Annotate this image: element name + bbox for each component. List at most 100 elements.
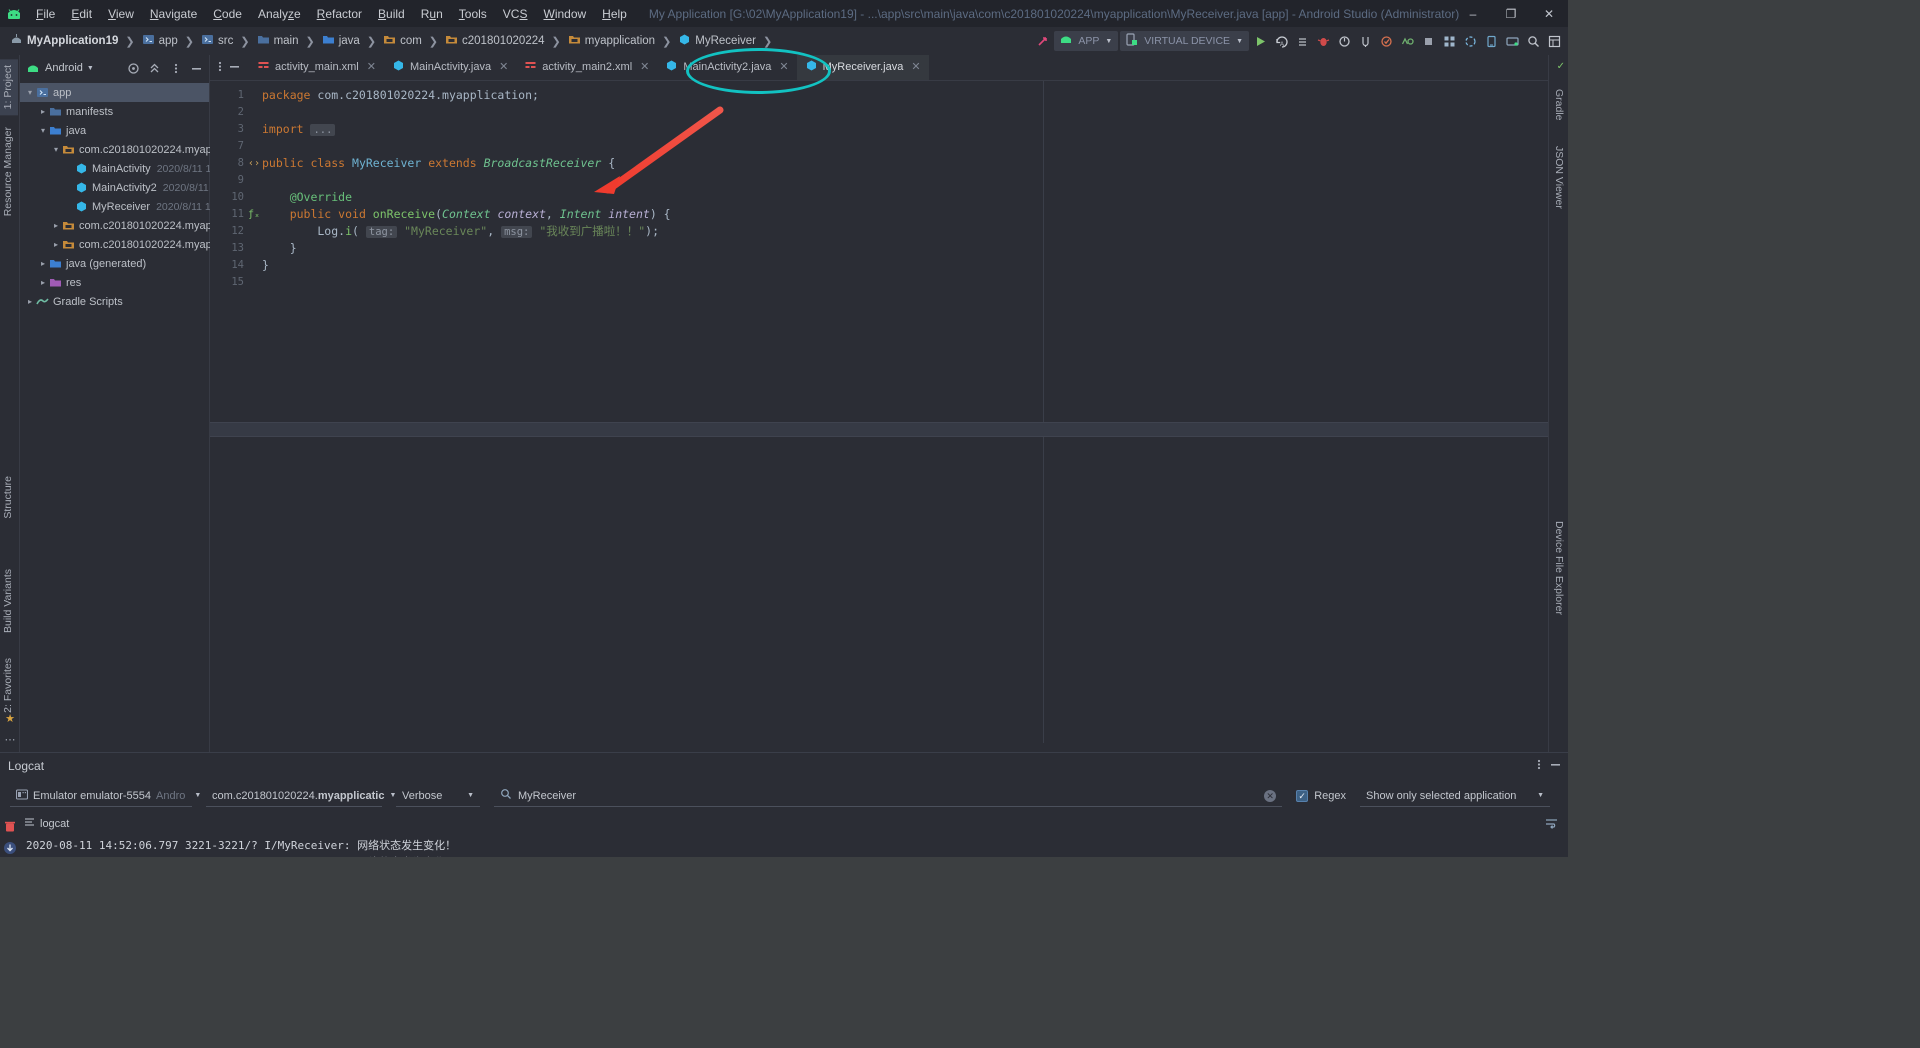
scroll-to-end-icon[interactable] <box>3 841 17 855</box>
debug-icon[interactable] <box>1314 31 1333 51</box>
menu-file[interactable]: File <box>28 4 63 24</box>
tree-twisty-icon[interactable]: ▾ <box>50 145 62 154</box>
editor-horizontal-scrollbar[interactable] <box>210 743 1548 752</box>
tree-twisty-icon[interactable]: ▸ <box>37 278 49 287</box>
breadcrumb-item-com[interactable]: com <box>381 31 424 51</box>
tree-item-com-c201801020224-myappl[interactable]: ▸ com.c201801020224.myappl <box>20 216 220 235</box>
avd-manager-icon[interactable] <box>1398 31 1417 51</box>
logcat-output[interactable]: 2020-08-11 14:52:06.797 3221-3221/? I/My… <box>20 833 1568 857</box>
tree-twisty-icon[interactable]: ▸ <box>50 240 62 249</box>
logcat-regex-toggle[interactable]: ✓ Regex <box>1296 790 1346 802</box>
tree-twisty-icon[interactable]: ▸ <box>37 107 49 116</box>
sidebar-item-structure[interactable]: Structure <box>0 470 18 525</box>
menu-window[interactable]: Window <box>535 4 594 24</box>
logcat-process-selector[interactable]: com.c201801020224.myapplicatic ▼ <box>206 785 396 807</box>
project-view-selector[interactable]: Android <box>45 62 83 74</box>
menu-code[interactable]: Code <box>205 4 250 24</box>
more-run-options-icon[interactable] <box>1293 31 1312 51</box>
avd-icon[interactable] <box>1482 31 1501 51</box>
git-branch-icon[interactable] <box>1033 31 1052 51</box>
sidebar-item-device-file-explorer[interactable]: Device File Explorer <box>1549 515 1568 621</box>
tree-item-com-c201801020224-myappl[interactable]: ▾ com.c201801020224.myappl <box>20 140 220 159</box>
options-icon[interactable] <box>218 60 222 76</box>
maximize-button[interactable]: ❐ <box>1492 0 1530 27</box>
run-button[interactable] <box>1251 31 1270 51</box>
close-icon[interactable]: ✕ <box>911 60 920 73</box>
logcat-sub-tab[interactable]: logcat <box>20 813 1568 833</box>
menu-navigate[interactable]: Navigate <box>142 4 205 24</box>
menu-refactor[interactable]: Refactor <box>309 4 370 24</box>
breadcrumb-item-app[interactable]: app <box>140 31 180 51</box>
collapse-all-icon[interactable] <box>146 60 163 77</box>
search-everywhere-icon[interactable] <box>1524 31 1543 51</box>
logcat-level-selector[interactable]: Verbose ▼ <box>396 785 480 807</box>
more-tool-windows-icon[interactable]: ⋯ <box>0 733 20 746</box>
attach-debugger-icon[interactable] <box>1356 31 1375 51</box>
tree-item-java-generated-[interactable]: ▸ java (generated) <box>20 254 209 273</box>
tree-twisty-icon[interactable]: ▸ <box>50 221 62 230</box>
profiler-icon[interactable] <box>1335 31 1354 51</box>
close-icon[interactable]: ✕ <box>367 60 376 73</box>
sdk-manager-icon[interactable] <box>1377 31 1396 51</box>
tree-item-mainactivity2[interactable]: MainActivity2 2020/8/11 15: <box>20 178 226 197</box>
breadcrumb-item-c201801020224[interactable]: c201801020224 <box>443 31 547 51</box>
close-icon[interactable]: ✕ <box>779 60 788 73</box>
tree-item-res[interactable]: ▸ res <box>20 273 209 292</box>
tree-item-gradle-scripts[interactable]: ▸ Gradle Scripts <box>20 292 209 311</box>
apply-changes-icon[interactable]: A <box>1272 31 1291 51</box>
logcat-search-input[interactable]: MyReceiver ✕ <box>494 785 1283 807</box>
menu-edit[interactable]: Edit <box>63 4 100 24</box>
tree-twisty-icon[interactable]: ▾ <box>37 126 49 135</box>
editor-tab-mainactivity2-java[interactable]: MainActivity2.java ✕ <box>657 55 796 80</box>
options-icon[interactable] <box>167 60 184 77</box>
minimize-button[interactable]: – <box>1454 0 1492 27</box>
tree-twisty-icon[interactable]: ▸ <box>24 297 36 306</box>
logcat-filter-selector[interactable]: Show only selected application ▼ <box>1360 785 1550 807</box>
hide-panel-icon[interactable] <box>188 60 205 77</box>
menu-help[interactable]: Help <box>594 4 635 24</box>
breadcrumb-item-myapplication[interactable]: myapplication <box>566 31 657 51</box>
sidebar-item-build-variants[interactable]: Build Variants <box>0 563 18 639</box>
device-manager-icon[interactable] <box>1503 31 1522 51</box>
editor-tab-mainactivity-java[interactable]: MainActivity.java ✕ <box>384 55 516 80</box>
sidebar-item-json-viewer[interactable]: JSON Viewer <box>1549 140 1568 215</box>
breadcrumb-item-main[interactable]: main <box>255 31 301 51</box>
menu-analyze[interactable]: Analyze <box>250 4 309 24</box>
tree-item-mainactivity[interactable]: MainActivity 2020/8/11 15: <box>20 159 220 178</box>
tree-twisty-icon[interactable]: ▾ <box>24 88 36 97</box>
breadcrumb-item-java[interactable]: java <box>320 31 362 51</box>
menu-tools[interactable]: Tools <box>451 4 495 24</box>
sync-gradle-icon[interactable] <box>1461 31 1480 51</box>
menu-run[interactable]: Run <box>413 4 451 24</box>
close-button[interactable]: ✕ <box>1530 0 1568 27</box>
layout-editor-icon[interactable] <box>1440 31 1459 51</box>
clear-logcat-icon[interactable] <box>3 819 17 833</box>
code-editor[interactable]: 1 2 3 7 8 ‹› 9 10 11 ƒₓ 12 13 14 15 package com.c2018… <box>210 81 1548 752</box>
scroll-from-source-icon[interactable] <box>125 60 142 77</box>
sidebar-item-project[interactable]: 1: Project <box>0 59 18 116</box>
clear-search-icon[interactable]: ✕ <box>1264 789 1277 802</box>
run-configuration-selector[interactable]: APP ▼ <box>1054 31 1119 51</box>
tree-item-myreceiver[interactable]: MyReceiver 2020/8/11 15: <box>20 197 220 216</box>
override-method-icon[interactable]: ƒₓ <box>248 206 260 223</box>
tree-item-com-c201801020224-myappl[interactable]: ▸ com.c201801020224.myappl <box>20 235 220 254</box>
editor-code-text[interactable]: package com.c201801020224.myapplication;… <box>262 81 1548 752</box>
menu-view[interactable]: View <box>100 4 142 24</box>
hide-panel-icon[interactable] <box>228 60 241 76</box>
breadcrumb-item-src[interactable]: src <box>199 31 235 51</box>
close-icon[interactable]: ✕ <box>499 60 508 73</box>
class-marker-icon[interactable]: ‹› <box>248 155 260 172</box>
hide-panel-icon[interactable] <box>1549 758 1562 774</box>
menu-vcs[interactable]: VCS <box>495 4 536 24</box>
options-icon[interactable] <box>1537 758 1541 774</box>
breadcrumb-item-myreceiver[interactable]: MyReceiver <box>676 31 758 51</box>
close-icon[interactable]: ✕ <box>640 60 649 73</box>
menu-build[interactable]: Build <box>370 4 413 24</box>
tree-item-manifests[interactable]: ▸ manifests <box>20 102 209 121</box>
tree-twisty-icon[interactable]: ▸ <box>37 259 49 268</box>
editor-tab-activity-main-xml[interactable]: activity_main.xml ✕ <box>249 55 384 80</box>
stop-icon[interactable] <box>1419 31 1438 51</box>
editor-tab-activity-main2-xml[interactable]: activity_main2.xml ✕ <box>516 55 657 80</box>
chevron-down-icon[interactable]: ▼ <box>87 65 94 72</box>
device-selector[interactable]: VIRTUAL DEVICE ▼ <box>1120 31 1249 51</box>
